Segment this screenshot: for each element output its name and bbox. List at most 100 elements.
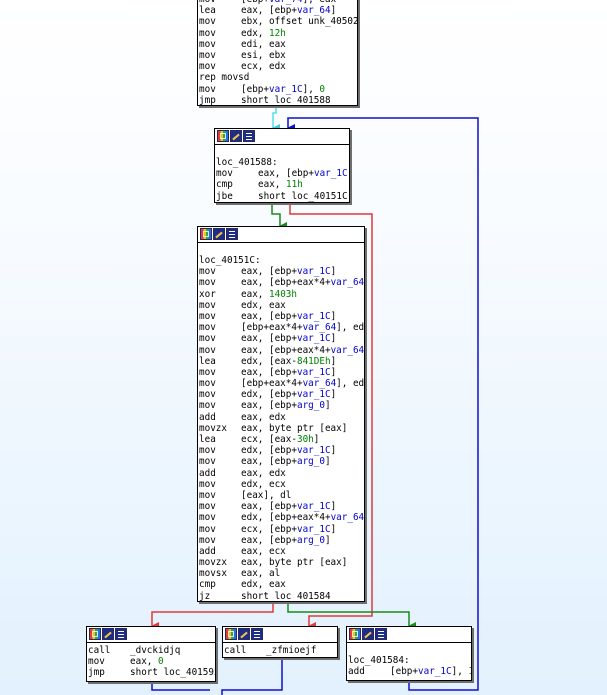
- instruction-line[interactable]: mov [eax], dl: [198, 490, 364, 501]
- variable-ref[interactable]: var_1C: [314, 168, 348, 179]
- instruction-line[interactable]: mov eax, [ebp+eax*4+var_64]: [198, 277, 364, 288]
- mnemonic: mov: [199, 501, 216, 513]
- variable-ref[interactable]: arg_0: [297, 456, 325, 467]
- instruction-line[interactable]: mov eax, [ebp+arg_0]: [198, 535, 364, 546]
- instruction-line[interactable]: jbe short loc_40151C: [215, 191, 349, 202]
- instruction-line[interactable]: jmp short loc_401595: [87, 667, 215, 678]
- operand-text: ]: [324, 400, 331, 412]
- instruction-line[interactable]: call _dvckidjq: [87, 645, 215, 656]
- instruction-line[interactable]: mov eax, [ebp+var_1C]: [198, 266, 364, 277]
- instruction-line[interactable]: movzx eax, byte ptr [eax]: [198, 557, 364, 568]
- instruction-line[interactable]: xor eax, 1403h: [198, 289, 364, 300]
- variable-ref[interactable]: var_1C: [297, 266, 331, 277]
- code-block-loc_401584[interactable]: loc_401584:add [ebp+var_1C], 1: [346, 626, 472, 681]
- instruction-line[interactable]: mov edx, eax: [198, 300, 364, 311]
- variable-ref[interactable]: var_1C: [297, 501, 331, 512]
- operand-text: ]: [364, 512, 365, 523]
- edit-color-icon[interactable]: [102, 628, 114, 640]
- graph-view-icon[interactable]: [217, 130, 229, 142]
- instruction-line[interactable]: mov esi, ebx: [198, 50, 357, 61]
- variable-ref[interactable]: var_1C: [297, 389, 331, 400]
- variable-ref[interactable]: var_1C: [269, 84, 303, 95]
- variable-ref[interactable]: var_1C: [297, 445, 331, 456]
- instruction-line[interactable]: add eax, edx: [198, 468, 364, 479]
- instruction-line[interactable]: movsx eax, al: [198, 568, 364, 579]
- instruction-line[interactable]: mov [ebp+var_1C], 0: [198, 84, 357, 95]
- instruction-line[interactable]: add [ebp+var_1C], 1: [347, 666, 471, 677]
- mnemonic: mov: [199, 333, 216, 345]
- edit-color-icon[interactable]: [362, 628, 374, 640]
- instruction-line[interactable]: mov eax, [ebp+eax*4+var_64]: [198, 345, 364, 356]
- instruction-line[interactable]: mov edx, [ebp+var_1C]: [198, 389, 364, 400]
- instruction-line[interactable]: rep movsd: [198, 72, 357, 83]
- instruction-line[interactable]: mov eax, [ebp+var_1C]: [215, 168, 349, 179]
- instruction-line[interactable]: cmp edx, eax: [198, 579, 364, 590]
- graph-view-icon[interactable]: [200, 228, 212, 240]
- text-view-icon[interactable]: [226, 228, 238, 240]
- graph-view-icon[interactable]: [89, 628, 101, 640]
- edit-color-icon[interactable]: [238, 628, 250, 640]
- code-block-loc_40151C[interactable]: loc_40151C: mov eax, [ebp+var_1C] mov eax, […: [197, 226, 365, 602]
- variable-ref[interactable]: var_1C: [297, 524, 331, 535]
- code-block-dvckidjq[interactable]: call _dvckidjq mov eax, 0 jmp short loc_40159…: [86, 626, 216, 682]
- instruction-line[interactable]: mov eax, [ebp+var_1C]: [198, 311, 364, 322]
- instruction-line[interactable]: mov eax, 0: [87, 656, 215, 667]
- instruction-line[interactable]: jz short loc_401584: [198, 591, 364, 601]
- instruction-line[interactable]: mov eax, [ebp+var_1C]: [198, 333, 364, 344]
- operand-text: eax, [ebp+: [241, 534, 297, 546]
- code-block-loc_401588[interactable]: loc_401588:mov eax, [ebp+var_1C] cmp eax, 1…: [214, 128, 350, 203]
- instruction-line[interactable]: mov edx, [ebp+var_1C]: [198, 445, 364, 456]
- variable-ref[interactable]: arg_0: [297, 535, 325, 546]
- instruction-line[interactable]: mov eax, [ebp+arg_0]: [198, 400, 364, 411]
- text-view-icon[interactable]: [251, 628, 263, 640]
- variable-ref[interactable]: var_64: [303, 322, 337, 333]
- variable-ref[interactable]: var_64: [331, 512, 364, 523]
- instruction-line[interactable]: mov edx, [ebp+eax*4+var_64]: [198, 512, 364, 523]
- code-block-zfmioejf[interactable]: call _zfmioejf: [222, 626, 338, 658]
- text-view-icon[interactable]: [243, 130, 255, 142]
- graph-view-canvas[interactable]: mov[ebp+var_74], eaxleaeax, [ebp+var_64]…: [0, 0, 607, 695]
- instruction-line[interactable]: add eax, edx: [198, 412, 364, 423]
- variable-ref[interactable]: var_64: [303, 378, 337, 389]
- edit-color-icon[interactable]: [230, 130, 242, 142]
- instruction-line[interactable]: lea eax, [ebp+var_64]: [198, 5, 357, 16]
- variable-ref[interactable]: var_1C: [297, 311, 331, 322]
- graph-view-icon[interactable]: [349, 628, 361, 640]
- instruction-line[interactable]: mov [ebp+eax*4+var_64], edx: [198, 378, 364, 389]
- text-view-icon[interactable]: [375, 628, 387, 640]
- instruction-line[interactable]: movzx eax, byte ptr [eax]: [198, 423, 364, 434]
- variable-ref[interactable]: var_1C: [418, 666, 452, 677]
- instruction-line[interactable]: mov [ebp+eax*4+var_64], edx: [198, 322, 364, 333]
- instruction-line[interactable]: cmp eax, 11h: [215, 179, 349, 190]
- instruction-line[interactable]: mov ecx, [ebp+var_1C]: [198, 524, 364, 535]
- text-view-icon[interactable]: [115, 628, 127, 640]
- instruction-line[interactable]: mov eax, [ebp+var_1C]: [198, 367, 364, 378]
- block-label[interactable]: loc_401584:: [347, 655, 471, 666]
- code-block-top[interactable]: mov[ebp+var_74], eaxleaeax, [ebp+var_64]…: [197, 0, 358, 106]
- instruction-line[interactable]: jmp short loc_401588: [198, 95, 357, 105]
- instruction-line[interactable]: call _zfmioejf: [223, 645, 337, 656]
- variable-ref[interactable]: var_64: [297, 5, 331, 16]
- variable-ref[interactable]: var_64: [331, 345, 364, 356]
- instruction-line[interactable]: add eax, ecx: [198, 546, 364, 557]
- operand-text: ]: [330, 266, 337, 278]
- instruction-line[interactable]: mov edx, ecx: [198, 479, 364, 490]
- edit-color-icon[interactable]: [213, 228, 225, 240]
- instruction-line[interactable]: mov edi, eax: [198, 39, 357, 50]
- instruction-line[interactable]: mov ebx, offset unk_405020: [198, 16, 357, 27]
- graph-view-icon[interactable]: [225, 628, 237, 640]
- block-label[interactable]: loc_40151C:: [198, 255, 364, 266]
- instruction-line[interactable]: lea ecx, [eax-30h]: [198, 434, 364, 445]
- variable-ref[interactable]: var_1C: [297, 333, 331, 344]
- instruction-line[interactable]: lea edx, [eax-841DEh]: [198, 356, 364, 367]
- instruction-line[interactable]: mov eax, [ebp+var_1C]: [198, 501, 364, 512]
- operand-text: esi, ebx: [241, 49, 286, 61]
- variable-ref[interactable]: var_1C: [297, 367, 331, 378]
- instruction-line[interactable]: mov edx, 12h: [198, 28, 357, 39]
- variable-ref[interactable]: var_64: [331, 277, 364, 288]
- instruction-line[interactable]: mov eax, [ebp+arg_0]: [198, 456, 364, 467]
- instruction-line[interactable]: mov ecx, edx: [198, 61, 357, 72]
- operand-text: ebx, offset unk_405020: [241, 16, 358, 28]
- variable-ref[interactable]: arg_0: [297, 400, 325, 411]
- block-label[interactable]: loc_401588:: [215, 157, 349, 168]
